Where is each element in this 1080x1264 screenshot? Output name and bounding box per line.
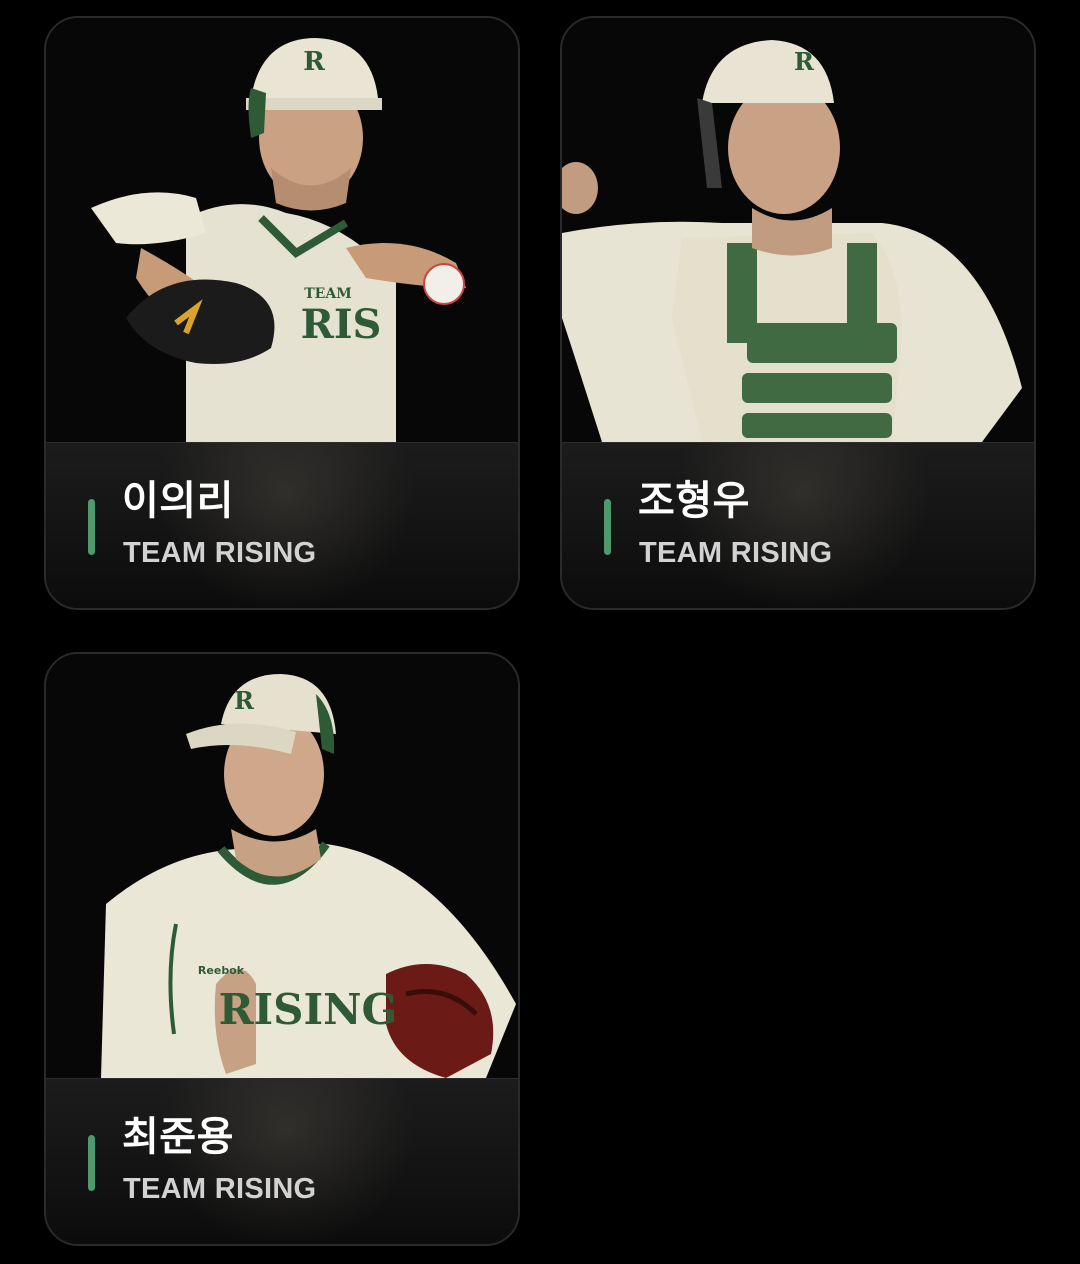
player-name: 조형우: [638, 478, 750, 524]
player-photo-3: R RISING Reebok: [46, 654, 518, 1078]
catcher-photo-icon: R: [562, 18, 1034, 442]
player-name: 이의리: [122, 478, 234, 524]
player-info-3: 최준용 TEAM RISING: [46, 1078, 518, 1244]
svg-text:TEAM: TEAM: [304, 286, 351, 302]
svg-text:RIS: RIS: [301, 301, 382, 348]
player-grid: R TEAM RIS 이의리 TEAM RISING R 조형우 TEAM RI…: [0, 0, 1080, 1264]
player-card-1[interactable]: R TEAM RIS 이의리 TEAM RISING: [44, 16, 520, 610]
svg-text:R: R: [234, 686, 255, 715]
player-card-3[interactable]: R RISING Reebok 최준용 TEAM RISING: [44, 652, 520, 1246]
accent-bar: [88, 499, 95, 555]
accent-bar: [88, 1135, 95, 1191]
player-team: TEAM RISING: [123, 1173, 317, 1205]
player-info-1: 이의리 TEAM RISING: [46, 442, 518, 608]
svg-text:R: R: [303, 47, 325, 77]
svg-text:Reebok: Reebok: [198, 964, 245, 977]
player-info-2: 조형우 TEAM RISING: [562, 442, 1034, 608]
player-photo-1: R TEAM RIS: [46, 18, 518, 442]
fielder-photo-icon: R RISING Reebok: [46, 654, 518, 1078]
svg-text:RISING: RISING: [219, 985, 398, 1034]
player-team: TEAM RISING: [123, 537, 317, 569]
accent-bar: [604, 499, 611, 555]
player-name: 최준용: [122, 1114, 234, 1160]
pitcher-photo-icon: R TEAM RIS: [46, 18, 518, 442]
player-photo-2: R: [562, 18, 1034, 442]
player-card-2[interactable]: R 조형우 TEAM RISING: [560, 16, 1036, 610]
svg-text:R: R: [794, 47, 815, 76]
player-team: TEAM RISING: [639, 537, 833, 569]
